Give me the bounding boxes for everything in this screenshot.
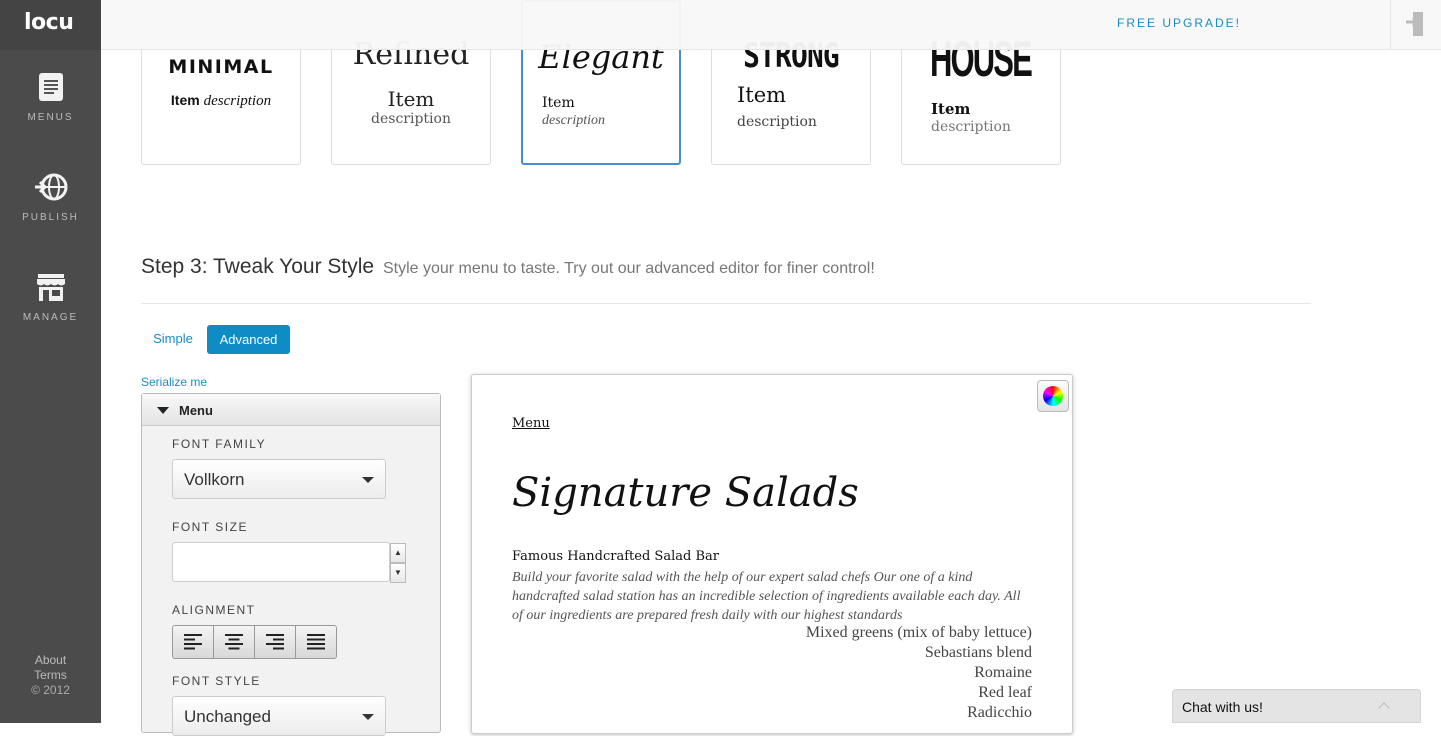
copyright: © 2012: [31, 683, 70, 697]
align-center-icon: [225, 634, 243, 650]
font-style-select[interactable]: Unchanged: [172, 696, 386, 736]
font-style-value: Unchanged: [184, 707, 271, 726]
chevron-down-icon: [362, 714, 374, 720]
preview-option: Mixed greens (mix of baby lettuce): [805, 624, 1032, 641]
sidebar-item-publish[interactable]: PUBLISH: [0, 170, 101, 223]
chat-widget[interactable]: Chat with us!: [1172, 689, 1421, 723]
preview-section-title: Signature Salads: [512, 470, 859, 516]
align-justify-icon: [307, 634, 325, 650]
sidebar-item-label: MANAGE: [22, 312, 79, 323]
align-left-button[interactable]: [173, 626, 214, 658]
align-left-icon: [184, 634, 202, 650]
style-item: Item: [542, 95, 575, 111]
divider: [141, 303, 1311, 304]
sidebar-item-label: PUBLISH: [22, 212, 79, 223]
alignment-buttons: [172, 625, 337, 659]
chat-label: Chat with us!: [1182, 699, 1263, 715]
step3-heading: Step 3: Tweak Your Style Style your menu…: [141, 255, 875, 279]
style-desc: description: [203, 93, 272, 109]
locu-logo[interactable]: locu: [0, 0, 101, 50]
style-item: Item: [931, 100, 971, 118]
color-picker-button[interactable]: [1037, 380, 1069, 412]
align-right-icon: [266, 634, 284, 650]
about-link[interactable]: About: [0, 653, 101, 668]
chevron-up-icon[interactable]: [1378, 702, 1390, 714]
font-family-label: FONT FAMILY: [172, 437, 267, 451]
step3-subtitle: Style your menu to taste. Try out our ad…: [382, 260, 875, 277]
logout-button[interactable]: [1390, 0, 1441, 50]
preview-option: Romaine: [974, 664, 1032, 681]
sidebar-item-label: MENUS: [27, 112, 74, 123]
storefront-icon: [36, 274, 65, 301]
preview-item-name: Famous Handcrafted Salad Bar: [512, 549, 719, 564]
spin-down-button[interactable]: ▼: [390, 563, 406, 583]
style-item: Item: [387, 87, 435, 111]
preview-option: Red leaf: [978, 684, 1032, 701]
sidebar: locu MENUS PUBLISH MANAGE About Terms © …: [0, 0, 101, 723]
tab-advanced[interactable]: Advanced: [207, 325, 290, 354]
font-family-select[interactable]: Vollkorn: [172, 459, 386, 499]
top-bar: FREE UPGRADE!: [101, 0, 1441, 50]
step3-title: Step 3: Tweak Your Style: [141, 255, 375, 278]
sidebar-item-menus[interactable]: MENUS: [0, 70, 101, 123]
panel-header-label: Menu: [179, 403, 213, 418]
menu-preview: Menu Signature Salads Famous Handcrafted…: [471, 374, 1073, 734]
logout-icon: [1406, 12, 1423, 36]
serialize-link[interactable]: Serialize me: [141, 375, 207, 389]
preview-option: Radicchio: [967, 704, 1032, 721]
alignment-label: ALIGNMENT: [172, 603, 256, 617]
style-desc: description: [737, 114, 817, 130]
free-upgrade-link[interactable]: FREE UPGRADE!: [1117, 16, 1241, 30]
align-center-button[interactable]: [214, 626, 255, 658]
document-icon: [38, 73, 63, 101]
color-wheel-icon: [1043, 386, 1063, 406]
globe-arrow-icon: [34, 173, 67, 201]
align-right-button[interactable]: [255, 626, 296, 658]
sidebar-item-manage[interactable]: MANAGE: [0, 270, 101, 323]
style-desc: description: [931, 119, 1011, 135]
tab-simple[interactable]: Simple: [141, 325, 205, 353]
style-desc: description: [542, 113, 605, 128]
font-family-value: Vollkorn: [184, 470, 245, 489]
chevron-down-icon: [362, 477, 374, 483]
panel-header-menu[interactable]: Menu: [142, 394, 440, 426]
preview-menu-title: Menu: [512, 416, 550, 431]
style-item: Item: [170, 92, 200, 108]
font-size-input[interactable]: [172, 542, 390, 582]
spin-up-button[interactable]: ▲: [390, 543, 406, 563]
terms-link[interactable]: Terms: [0, 668, 101, 683]
style-title: MINIMAL: [168, 56, 274, 78]
align-justify-button[interactable]: [296, 626, 336, 658]
style-panel: Menu FONT FAMILY Vollkorn FONT SIZE ▲ ▼ …: [141, 393, 441, 736]
font-size-label: FONT SIZE: [172, 520, 248, 534]
triangle-down-icon: [157, 407, 169, 414]
preview-option: Sebastians blend: [924, 644, 1032, 661]
preview-item-description: Build your favorite salad with the help …: [512, 570, 1021, 623]
font-style-label: FONT STYLE: [172, 674, 261, 688]
style-item: Item: [737, 83, 787, 107]
style-desc: description: [371, 111, 451, 127]
sidebar-footer: About Terms © 2012: [0, 653, 101, 698]
